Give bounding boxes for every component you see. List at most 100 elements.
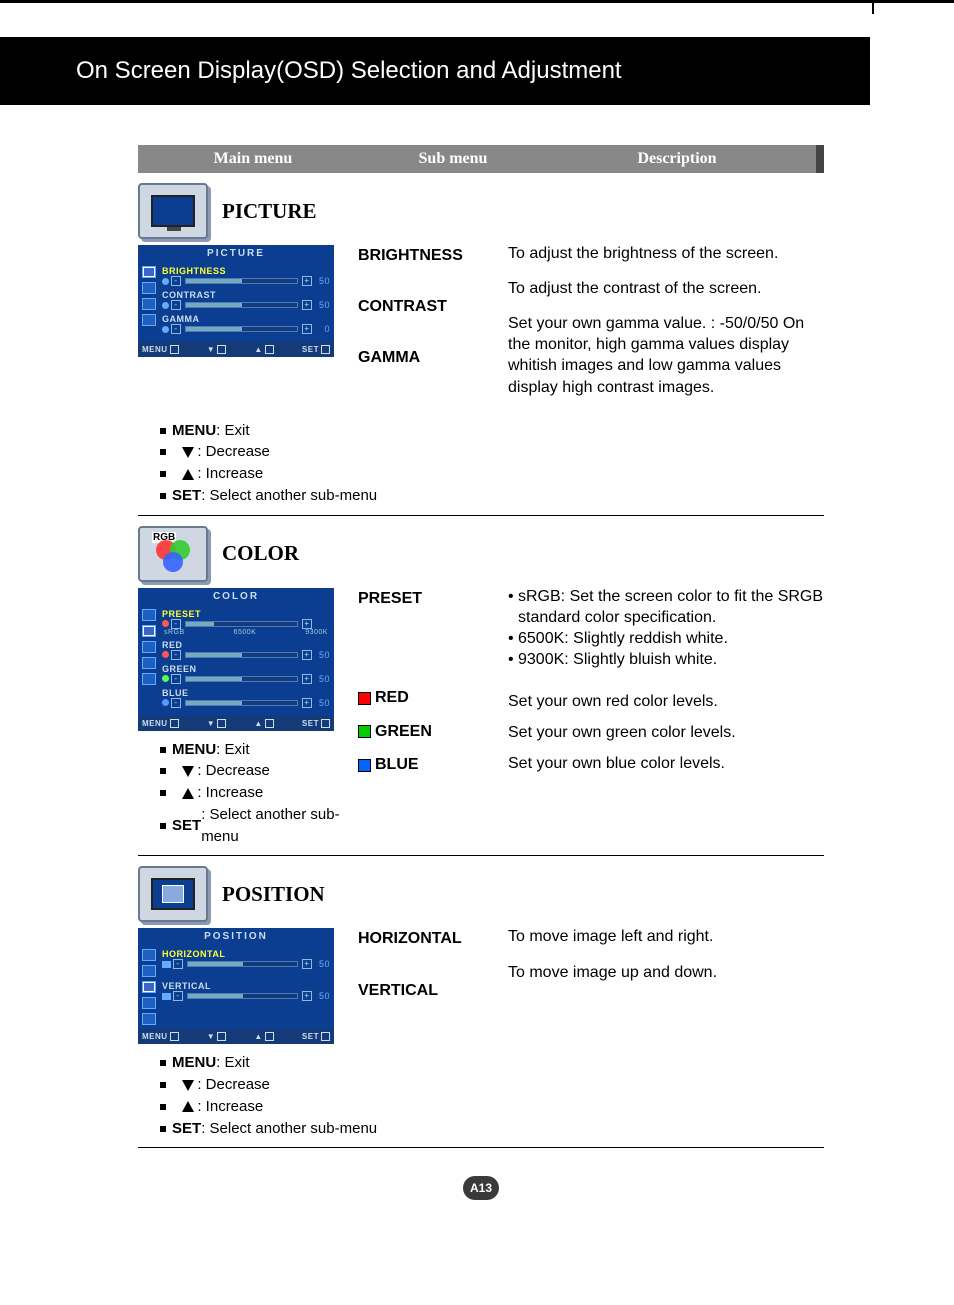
slider[interactable] — [185, 621, 298, 627]
color-notes: MENU : Exit : Decrease : Increase SET : … — [138, 739, 358, 848]
dot-icon — [162, 278, 169, 285]
dot-icon — [162, 675, 169, 682]
minus-icon[interactable]: - — [171, 619, 181, 629]
osd-tab-icon[interactable] — [142, 314, 156, 326]
slider[interactable] — [185, 302, 298, 308]
slider[interactable] — [185, 700, 298, 706]
position-osd: POSITION HORIZONTAL -+50 VERTIC — [138, 928, 334, 1044]
red-swatch-icon — [358, 692, 371, 705]
plus-icon[interactable]: + — [302, 619, 312, 629]
slider[interactable] — [185, 676, 298, 682]
osd-tab-icon[interactable] — [142, 997, 156, 1009]
osd-menu[interactable]: MENU — [142, 719, 168, 728]
color-icon: RGB — [138, 526, 208, 582]
plus-icon[interactable]: + — [302, 698, 312, 708]
position-section: POSITION POSITION HORIZONTAL — [138, 866, 824, 1044]
osd-menu[interactable]: MENU — [142, 1032, 168, 1041]
minus-icon[interactable]: - — [171, 698, 181, 708]
minus-icon[interactable]: - — [171, 300, 181, 310]
osd-set[interactable]: SET — [302, 345, 319, 354]
osd-tab-icon[interactable] — [142, 965, 156, 977]
down-icon[interactable]: ▼ — [207, 719, 215, 728]
note-menu-label: MENU — [172, 739, 216, 761]
down-icon[interactable]: ▼ — [207, 345, 215, 354]
slider[interactable] — [187, 993, 298, 999]
sub-contrast: CONTRAST — [358, 294, 508, 320]
box-icon — [217, 1032, 226, 1041]
sub-green: GREEN — [358, 719, 508, 745]
osd-menu[interactable]: MENU — [142, 345, 168, 354]
osd-tab-icon[interactable] — [142, 949, 156, 961]
slider[interactable] — [185, 652, 298, 658]
osd-vertical-label: VERTICAL — [162, 981, 330, 991]
up-icon[interactable]: ▲ — [254, 345, 262, 354]
note-set-label: SET — [172, 1118, 201, 1140]
up-icon[interactable]: ▲ — [254, 719, 262, 728]
dot-icon — [162, 302, 169, 309]
osd-tab-icon[interactable] — [142, 981, 156, 993]
osd-set[interactable]: SET — [302, 719, 319, 728]
osd-tab-icon[interactable] — [142, 609, 156, 621]
box-icon — [321, 719, 330, 728]
triangle-down-icon — [182, 1080, 194, 1091]
osd-tab-icon[interactable] — [142, 1013, 156, 1025]
plus-icon[interactable]: + — [302, 300, 312, 310]
color-osd: COLOR PRESET -+ sRGB6500K9300 — [138, 588, 334, 731]
osd-value: 0 — [314, 324, 330, 334]
triangle-down-icon — [182, 447, 194, 458]
osd-tab-icon[interactable] — [142, 625, 156, 637]
osd-tab-icon[interactable] — [142, 266, 156, 278]
minus-icon[interactable]: - — [173, 959, 183, 969]
osd-set[interactable]: SET — [302, 1032, 319, 1041]
minus-icon[interactable]: - — [171, 276, 181, 286]
plus-icon[interactable]: + — [302, 324, 312, 334]
sub-red: RED — [358, 685, 508, 711]
minus-icon[interactable]: - — [173, 991, 183, 1001]
desc-blue: Set your own blue color levels. — [508, 753, 824, 774]
osd-footer: MENU ▼ ▲ SET — [138, 716, 334, 731]
note-dec: : Decrease — [197, 1074, 270, 1096]
plus-icon[interactable]: + — [302, 276, 312, 286]
osd-tab-icon[interactable] — [142, 673, 156, 685]
bullet-icon — [160, 471, 166, 477]
osd-tab-icon[interactable] — [142, 298, 156, 310]
picture-notes: MENU : Exit : Decrease : Increase SET : … — [138, 420, 824, 507]
note-set: : Select another sub-menu — [201, 1118, 377, 1140]
up-icon[interactable]: ▲ — [254, 1032, 262, 1041]
note-inc: : Increase — [197, 463, 263, 485]
osd-gamma-label: GAMMA — [162, 314, 330, 324]
box-icon — [170, 719, 179, 728]
osd-tab-icon[interactable] — [142, 641, 156, 653]
plus-icon[interactable]: + — [302, 991, 312, 1001]
plus-icon[interactable]: + — [302, 674, 312, 684]
picture-title: PICTURE — [222, 199, 317, 224]
note-set-label: SET — [172, 815, 201, 837]
minus-icon[interactable]: - — [171, 650, 181, 660]
note-set-label: SET — [172, 485, 201, 507]
osd-tab-icon[interactable] — [142, 657, 156, 669]
box-icon — [321, 1032, 330, 1041]
box-icon — [265, 345, 274, 354]
page-footer: A13 — [138, 1176, 824, 1200]
slider[interactable] — [185, 326, 298, 332]
down-icon[interactable]: ▼ — [207, 1032, 215, 1041]
column-headers: Main menu Sub menu Description — [138, 145, 824, 173]
col-sub: Sub menu — [368, 150, 538, 168]
dot-icon — [162, 326, 169, 333]
osd-blue-label: BLUE — [162, 688, 330, 698]
minus-icon[interactable]: - — [171, 674, 181, 684]
col-desc: Description — [538, 150, 816, 168]
bullet-icon — [160, 449, 166, 455]
note-inc: : Increase — [197, 1096, 263, 1118]
slider[interactable] — [187, 961, 298, 967]
box-icon — [170, 1032, 179, 1041]
osd-red-label: RED — [162, 640, 330, 650]
osd-footer: MENU ▼ ▲ SET — [138, 342, 334, 357]
osd-value: 50 — [314, 959, 330, 969]
box-icon — [217, 719, 226, 728]
plus-icon[interactable]: + — [302, 959, 312, 969]
slider[interactable] — [185, 278, 298, 284]
plus-icon[interactable]: + — [302, 650, 312, 660]
osd-tab-icon[interactable] — [142, 282, 156, 294]
minus-icon[interactable]: - — [171, 324, 181, 334]
